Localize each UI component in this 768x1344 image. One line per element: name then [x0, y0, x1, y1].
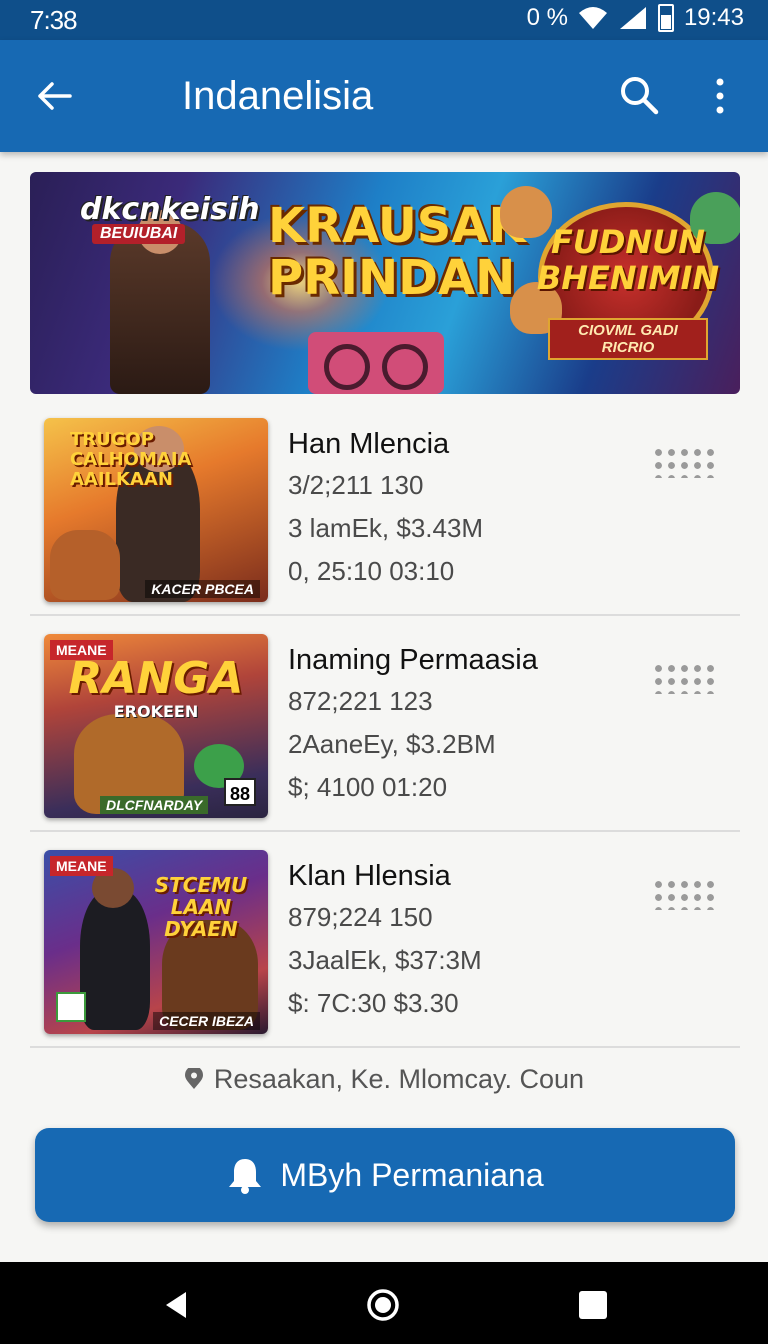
thumb-heading: CALHOMAIA AAILKAAN [70, 449, 192, 490]
status-time-right: 19:43 [683, 4, 744, 31]
drag-handle-icon[interactable] [652, 878, 716, 910]
thumb-tag: TRUGOP [70, 429, 155, 450]
banner-right-title: FUDNUN BHENIMIN [536, 223, 720, 297]
status-time: 7:38 [30, 5, 78, 35]
thumb-heading: STCEMU LAAN DYAEN [154, 873, 248, 941]
nav-home-icon[interactable] [366, 1288, 400, 1322]
thumb-caption: KACER PBCEA [145, 580, 260, 598]
item-time: $: 7C:30 $3.30 [288, 988, 459, 1018]
banner-left-subtitle: BEUIUBAI [92, 224, 186, 244]
banner-right-subtitle: CIOVML GADI RICRIO [548, 318, 708, 360]
list-item[interactable]: MEANE STCEMU LAAN DYAEN CECER IBEZA Klan… [30, 832, 740, 1048]
page-title: Indanelisia [182, 74, 374, 118]
cell-signal-icon [619, 7, 646, 29]
thumb-title: TRUGOP CALHOMAIA AAILKAAN [70, 430, 258, 490]
thumb-subheading: EROKEEN [113, 702, 199, 721]
list-item[interactable]: TRUGOP CALHOMAIA AAILKAAN KACER PBCEA Ha… [30, 400, 740, 616]
item-prize: 3JaalEk, $37:3M [288, 945, 482, 975]
banner-left-title: dkcnkeisih [80, 192, 260, 227]
item-prize: 3 lamEk, $3.43M [288, 513, 484, 543]
more-vert-icon[interactable] [708, 76, 732, 116]
status-bar: 7:38 0 % 19:43 [0, 0, 768, 40]
item-prize: 2AaneEy, $3.2BM [288, 729, 496, 759]
item-date: 879;224 150 [288, 902, 433, 932]
thumb-caption: CECER IBEZA [153, 1012, 260, 1030]
item-title: Klan Hlensia [288, 860, 451, 892]
map-pin-icon [184, 1068, 203, 1089]
notify-button-label: MByh Permaniana [280, 1156, 544, 1193]
status-icons: 0 % 19:43 [527, 4, 744, 32]
thumb-tag: MEANE [50, 856, 113, 876]
item-date: 3/2;211 130 [288, 470, 424, 500]
bell-icon [229, 1159, 262, 1194]
wifi-icon [578, 7, 607, 29]
item-thumbnail: TRUGOP CALHOMAIA AAILKAAN KACER PBCEA [44, 418, 268, 602]
location-line: Resaakan, Ke. Mlomcay. Coun [0, 1064, 768, 1095]
item-thumbnail: MEANE STCEMU LAAN DYAEN CECER IBEZA [44, 850, 268, 1034]
item-thumbnail: MEANE RANGA EROKEEN DLCFNARDAY 88 [44, 634, 268, 818]
item-time: 0, 25:10 03:10 [288, 556, 455, 586]
event-list: TRUGOP CALHOMAIA AAILKAAN KACER PBCEA Ha… [30, 400, 740, 1048]
drag-handle-icon[interactable] [652, 662, 716, 694]
nav-recent-icon[interactable] [576, 1288, 610, 1322]
banner-hero-figure [110, 210, 210, 394]
vpn-indicator: 0 % [526, 4, 568, 31]
promo-banner[interactable]: dkcnkeisih BEUIUBAI KRAUSAK PRINDAN FUDN… [30, 172, 740, 394]
app-bar: Indanelisia [0, 40, 768, 152]
thumb-logo [56, 992, 86, 1022]
notify-button[interactable]: MByh Permaniana [35, 1128, 735, 1222]
thumb-badge: 88 [224, 778, 256, 806]
thumb-heading: RANGA [68, 653, 244, 704]
battery-icon [657, 4, 674, 32]
item-date: 872;221 123 [288, 686, 433, 716]
drag-handle-icon[interactable] [652, 446, 716, 478]
nav-back-icon[interactable] [160, 1288, 194, 1322]
search-icon[interactable] [618, 74, 660, 116]
location-text: Resaakan, Ke. Mlomcay. Coun [213, 1064, 585, 1094]
system-nav-bar [0, 1262, 768, 1344]
arrow-left-icon[interactable] [34, 76, 74, 116]
item-title: Han Mlencia [288, 428, 450, 460]
banner-speaker-art [308, 332, 444, 394]
thumb-caption: DLCFNARDAY [100, 796, 209, 814]
banner-center-title: KRAUSAK PRINDAN [268, 198, 526, 306]
list-item[interactable]: MEANE RANGA EROKEEN DLCFNARDAY 88 Inamin… [30, 616, 740, 832]
item-title: Inaming Permaasia [288, 644, 538, 676]
item-time: $; 4100 01:20 [288, 772, 448, 802]
